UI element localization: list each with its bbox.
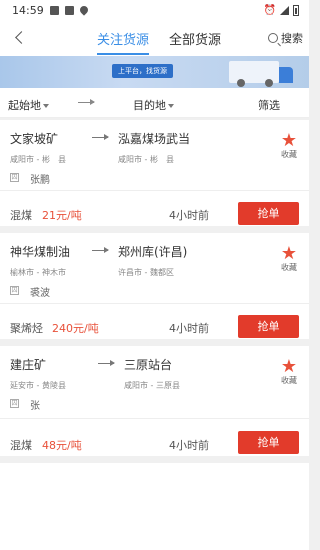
listing-price: 21元/吨 xyxy=(42,209,82,222)
person-icon: 囚 xyxy=(10,399,19,408)
chevron-down-icon xyxy=(43,104,49,108)
listing-time: 4小时前 xyxy=(169,209,209,222)
listing-destination-region: 许昌市 - 魏都区 xyxy=(118,268,174,277)
favorite-button[interactable]: ★ 收藏 xyxy=(279,245,299,273)
back-arrow-icon[interactable] xyxy=(14,29,32,47)
listing-cargo: 聚烯烃 xyxy=(10,322,43,335)
listing-card[interactable] xyxy=(0,463,309,550)
search-icon xyxy=(268,33,278,43)
arrow-right-icon xyxy=(92,247,109,253)
listing-origin: 文家坡矿 xyxy=(10,132,59,146)
favorite-button[interactable]: ★ 收藏 xyxy=(279,132,299,160)
filter-bar: 起始地 目的地 筛选 xyxy=(0,88,309,118)
signal-icon xyxy=(280,5,289,15)
listing-origin-region: 咸阳市 - 彬 县 xyxy=(10,155,66,164)
listing-time: 4小时前 xyxy=(169,439,209,452)
grab-order-button[interactable]: 抢单 xyxy=(238,315,299,338)
promo-banner[interactable]: 上平台，找货源 xyxy=(0,56,309,88)
favorite-label: 收藏 xyxy=(281,376,297,385)
listing-card[interactable]: 文家坡矿 泓嘉煤场武当 咸阳市 - 彬 县 咸阳市 - 彬 县 囚 张鹏 ★ 收… xyxy=(0,120,309,226)
search-label: 搜索 xyxy=(281,32,303,45)
listing-price: 240元/吨 xyxy=(52,322,99,335)
destination-filter-label: 目的地 xyxy=(133,99,166,112)
destination-filter[interactable]: 目的地 xyxy=(133,97,174,113)
status-time: 14:59 xyxy=(12,3,44,17)
listing-contact: 裘波 xyxy=(30,288,50,299)
star-icon: ★ xyxy=(280,356,298,377)
star-icon: ★ xyxy=(280,243,298,264)
listing-price: 48元/吨 xyxy=(42,439,82,452)
notification-icon xyxy=(49,5,59,15)
person-icon: 囚 xyxy=(10,173,19,182)
listing-origin: 建庄矿 xyxy=(10,358,47,372)
search-button[interactable]: 搜索 xyxy=(268,30,303,46)
chevron-down-icon xyxy=(168,104,174,108)
battery-icon xyxy=(293,4,299,16)
listing-origin: 神华煤制油 xyxy=(10,245,71,259)
listing-destination: 郑州库(许昌) xyxy=(118,245,188,259)
status-bar: 14:59 ⏰ xyxy=(0,0,309,20)
listing-contact: 张鹏 xyxy=(30,175,50,186)
truck-illustration xyxy=(229,61,293,87)
grab-order-button[interactable]: 抢单 xyxy=(238,202,299,225)
listing-origin-region: 延安市 - 黄陵县 xyxy=(10,381,66,390)
tab-follow[interactable]: 关注货源 xyxy=(97,29,150,55)
divider xyxy=(0,303,309,304)
origin-filter[interactable]: 起始地 xyxy=(8,97,49,113)
location-icon xyxy=(78,4,90,16)
arrow-right-icon xyxy=(92,134,109,140)
grab-order-button[interactable]: 抢单 xyxy=(238,431,299,454)
divider xyxy=(0,190,309,191)
listing-cargo: 混煤 xyxy=(10,209,32,222)
favorite-label: 收藏 xyxy=(281,263,297,272)
arrow-right-icon xyxy=(98,360,115,366)
origin-filter-label: 起始地 xyxy=(8,99,41,112)
banner-tag: 上平台，找货源 xyxy=(112,64,173,78)
listing-card[interactable]: 神华煤制油 郑州库(许昌) 榆林市 - 神木市 许昌市 - 魏都区 囚 裘波 ★… xyxy=(0,233,309,339)
divider xyxy=(0,418,309,419)
favorite-button[interactable]: ★ 收藏 xyxy=(279,358,299,386)
arrow-right-icon xyxy=(78,99,95,105)
listing-contact: 张 xyxy=(30,401,40,412)
screen-filter[interactable]: 筛选 xyxy=(258,97,280,113)
star-icon: ★ xyxy=(280,130,298,151)
image-icon xyxy=(64,5,74,15)
tab-all[interactable]: 全部货源 xyxy=(169,29,221,48)
person-icon: 囚 xyxy=(10,286,19,295)
listing-origin-region: 榆林市 - 神木市 xyxy=(10,268,66,277)
listing-destination: 泓嘉煤场武当 xyxy=(118,132,191,146)
listing-cargo: 混煤 xyxy=(10,439,32,452)
listing-destination: 三原站台 xyxy=(124,358,173,372)
listing-time: 4小时前 xyxy=(169,322,209,335)
alarm-icon: ⏰ xyxy=(263,4,276,16)
listing-destination-region: 咸阳市 - 彬 县 xyxy=(118,155,174,164)
listing-card[interactable]: 建庄矿 三原站台 延安市 - 黄陵县 咸阳市 - 三原县 囚 张 ★ 收藏 混煤… xyxy=(0,346,309,456)
top-nav: 关注货源 全部货源 搜索 xyxy=(0,20,309,56)
favorite-label: 收藏 xyxy=(281,150,297,159)
listing-destination-region: 咸阳市 - 三原县 xyxy=(124,381,180,390)
